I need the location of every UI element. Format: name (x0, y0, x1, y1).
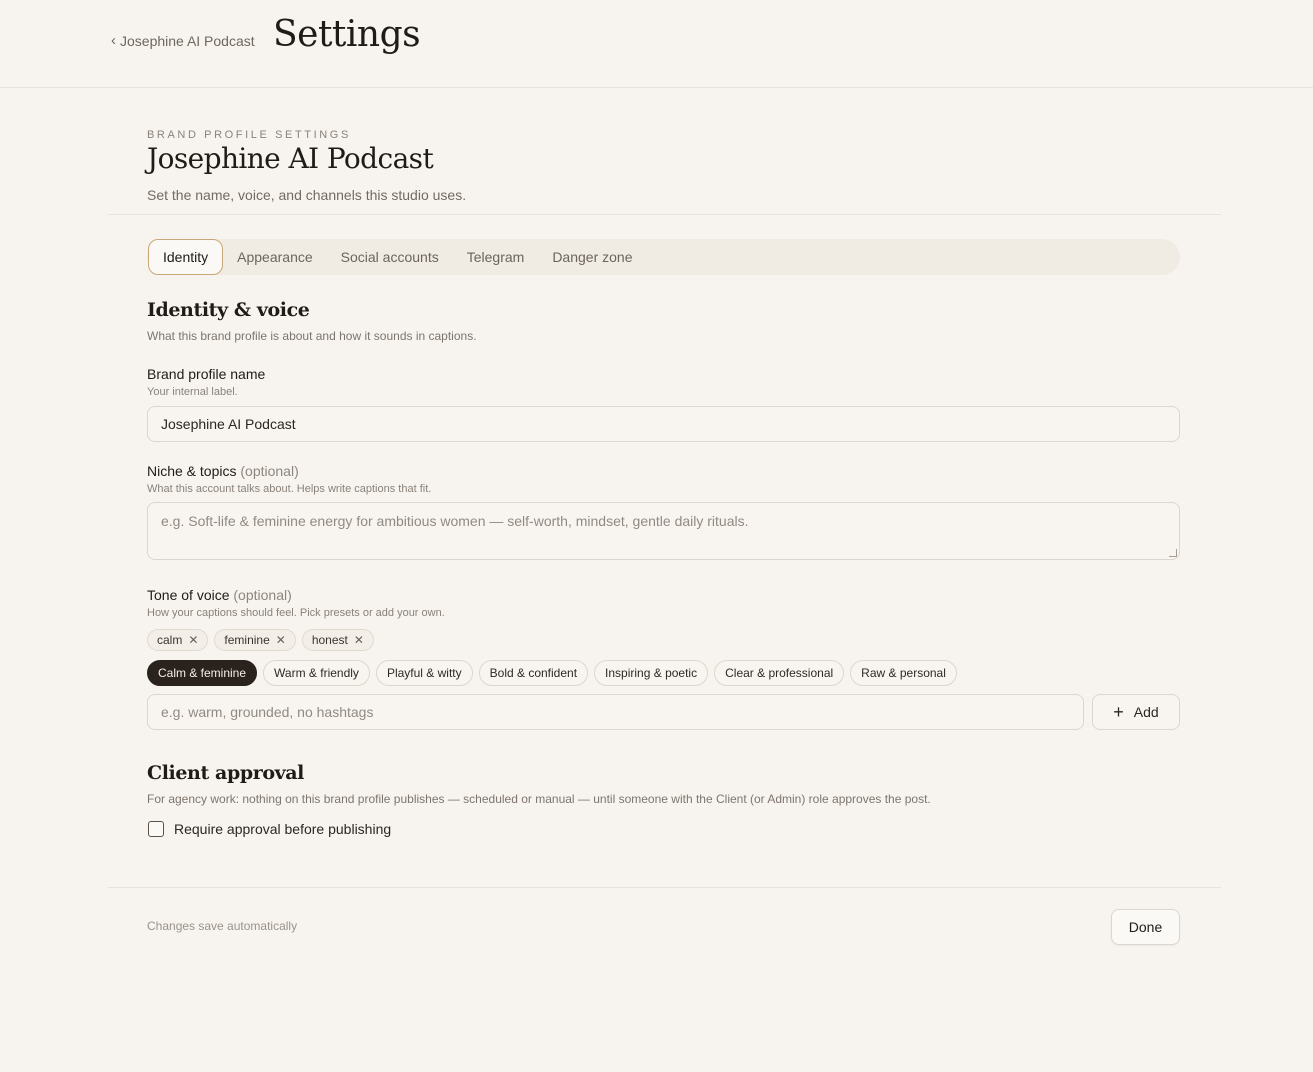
plus-icon: + (1113, 702, 1124, 722)
tone-label: Tone of voice (optional) (147, 587, 292, 603)
tone-chip: feminine ✕ (214, 629, 296, 651)
identity-section-desc: What this brand profile is about and how… (147, 329, 477, 343)
top-bar: ‹ Josephine AI Podcast Settings (0, 0, 1313, 88)
settings-tabs: Identity Appearance Social accounts Tele… (147, 239, 1180, 275)
tone-hint: How your captions should feel. Pick pres… (147, 607, 445, 619)
profile-title: Josephine AI Podcast (147, 142, 434, 175)
tab-appearance[interactable]: Appearance (223, 239, 327, 275)
tab-identity[interactable]: Identity (148, 239, 224, 275)
tone-preset[interactable]: Raw & personal (850, 660, 957, 686)
resize-handle-icon[interactable] (1169, 549, 1177, 557)
tone-chip-label: feminine (224, 633, 270, 647)
approval-section-desc: For agency work: nothing on this brand p… (147, 792, 931, 806)
add-button-label: Add (1133, 704, 1159, 720)
back-link[interactable]: ‹ Josephine AI Podcast (111, 31, 255, 50)
tone-preset[interactable]: Playful & witty (375, 660, 473, 686)
tone-preset[interactable]: Calm & feminine (147, 660, 258, 686)
tab-danger-zone[interactable]: Danger zone (538, 239, 646, 275)
tone-preset[interactable]: Bold & confident (478, 660, 589, 686)
tone-chips: calm ✕ feminine ✕ honest ✕ (147, 629, 374, 651)
page-title: Settings (273, 14, 421, 55)
niche-placeholder: e.g. Soft-life & feminine energy for amb… (161, 513, 749, 529)
divider (108, 214, 1221, 215)
niche-label-text: Niche & topics (147, 463, 237, 479)
tone-custom-input[interactable]: e.g. warm, grounded, no hashtags (147, 694, 1084, 730)
niche-optional: (optional) (240, 463, 299, 479)
require-approval-label: Require approval before publishing (174, 821, 392, 837)
tone-preset[interactable]: Inspiring & poetic (594, 660, 709, 686)
profile-eyebrow: BRAND PROFILE SETTINGS (147, 129, 351, 141)
tone-label-text: Tone of voice (147, 587, 230, 603)
niche-label: Niche & topics (optional) (147, 463, 299, 479)
tone-chip-label: calm (157, 633, 183, 647)
niche-hint: What this account talks about. Helps wri… (147, 483, 432, 495)
brand-name-label: Brand profile name (147, 366, 266, 382)
tab-telegram[interactable]: Telegram (453, 239, 539, 275)
autosave-note: Changes save automatically (147, 919, 298, 933)
divider (108, 887, 1221, 888)
approval-section-title: Client approval (147, 762, 304, 784)
tone-chip: honest ✕ (301, 629, 374, 651)
tab-social-accounts[interactable]: Social accounts (327, 239, 453, 275)
tone-chip: calm ✕ (147, 629, 209, 651)
brand-name-hint: Your internal label. (147, 386, 238, 398)
chevron-left-icon: ‹ (111, 31, 116, 49)
remove-icon[interactable]: ✕ (188, 633, 198, 647)
tone-preset[interactable]: Clear & professional (714, 660, 845, 686)
add-tone-button[interactable]: + Add (1092, 694, 1180, 730)
remove-icon[interactable]: ✕ (276, 633, 286, 647)
tone-chip-label: honest (311, 633, 348, 647)
tone-preset[interactable]: Warm & friendly (263, 660, 370, 686)
back-link-label: Josephine AI Podcast (120, 33, 255, 49)
brand-name-input[interactable]: Josephine AI Podcast (147, 406, 1180, 442)
tone-presets: Calm & feminine Warm & friendly Playful … (147, 660, 957, 686)
require-approval-row[interactable]: Require approval before publishing (148, 821, 391, 837)
niche-textarea[interactable]: e.g. Soft-life & feminine energy for amb… (147, 502, 1180, 560)
done-button[interactable]: Done (1111, 909, 1180, 945)
identity-section-title: Identity & voice (147, 299, 310, 321)
require-approval-checkbox[interactable] (148, 821, 164, 837)
remove-icon[interactable]: ✕ (354, 633, 364, 647)
profile-subtitle: Set the name, voice, and channels this s… (147, 187, 467, 203)
tone-optional: (optional) (233, 587, 292, 603)
